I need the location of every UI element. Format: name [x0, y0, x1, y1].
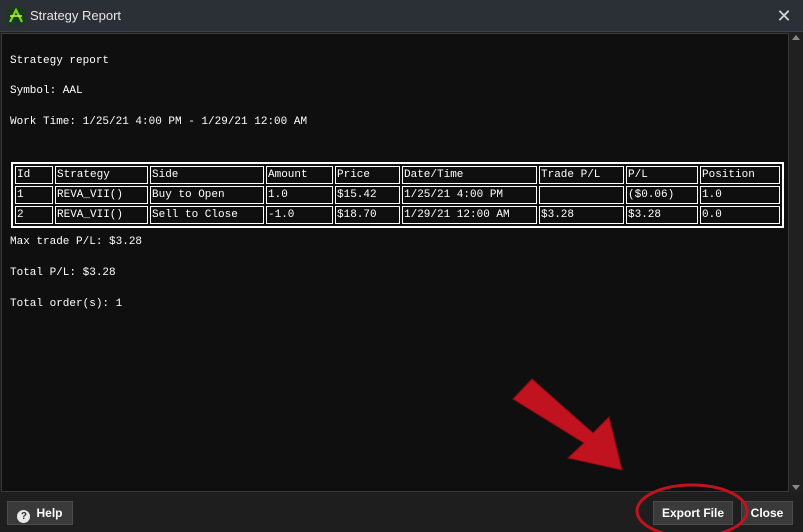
table-cell: 2 — [15, 206, 53, 224]
table-cell: 1.0 — [700, 186, 780, 204]
column-header: Side — [150, 166, 264, 184]
table-cell — [539, 186, 624, 204]
max-trade-pl-line: Max trade P/L: $3.28 — [10, 236, 143, 248]
report-heading: Strategy report — [10, 55, 110, 67]
total-pl-line: Total P/L: $3.28 — [10, 267, 116, 279]
column-header: Position — [700, 166, 780, 184]
help-button-label: Help — [36, 506, 63, 520]
table-cell: 1/29/21 12:00 AM — [402, 206, 537, 224]
scroll-down-icon[interactable] — [792, 485, 800, 490]
column-header: Trade P/L — [539, 166, 624, 184]
table-cell: $3.28 — [539, 206, 624, 224]
table-cell: 1 — [15, 186, 53, 204]
dialog-footer: ? Help Export File Close — [0, 493, 803, 532]
column-header: Date/Time — [402, 166, 537, 184]
table-row: 2 REVA_VII() Sell to Close -1.0 $18.70 1… — [15, 206, 780, 224]
table-cell: 1.0 — [266, 186, 333, 204]
table-cell: $3.28 — [626, 206, 698, 224]
report-area: Strategy report Symbol: AAL Work Time: 1… — [1, 33, 789, 492]
vertical-scrollbar[interactable] — [790, 33, 802, 492]
table-cell: Buy to Open — [150, 186, 264, 204]
app-logo-icon — [7, 7, 25, 25]
table-cell: $15.42 — [335, 186, 400, 204]
window-title: Strategy Report — [30, 8, 122, 23]
column-header: Amount — [266, 166, 333, 184]
table-cell: $18.70 — [335, 206, 400, 224]
table-cell: Sell to Close — [150, 206, 264, 224]
close-button[interactable]: Close — [741, 501, 793, 525]
column-header: Price — [335, 166, 400, 184]
close-button-label: Close — [750, 506, 784, 520]
help-icon: ? — [17, 510, 31, 523]
table-row: 1 REVA_VII() Buy to Open 1.0 $15.42 1/25… — [15, 186, 780, 204]
table-header-row: Id Strategy Side Amount Price Date/Time … — [15, 166, 780, 184]
table-cell: -1.0 — [266, 206, 333, 224]
total-orders-line: Total order(s): 1 — [10, 298, 123, 310]
column-header: P/L — [626, 166, 698, 184]
column-header: Strategy — [55, 166, 148, 184]
table-cell: ($0.06) — [626, 186, 698, 204]
work-time-line: Work Time: 1/25/21 4:00 PM - 1/29/21 12:… — [10, 116, 308, 128]
help-button[interactable]: ? Help — [7, 501, 73, 525]
export-file-button-label: Export File — [661, 506, 724, 520]
table-cell: REVA_VII() — [55, 206, 148, 224]
table-cell: 0.0 — [700, 206, 780, 224]
table-cell: REVA_VII() — [55, 186, 148, 204]
column-header: Id — [15, 166, 53, 184]
title-bar: Strategy Report ✕ — [0, 0, 803, 32]
symbol-line: Symbol: AAL — [10, 85, 83, 97]
trades-table: Id Strategy Side Amount Price Date/Time … — [11, 162, 784, 228]
close-icon[interactable]: ✕ — [773, 5, 795, 27]
export-file-button[interactable]: Export File — [653, 501, 733, 525]
scroll-up-icon[interactable] — [792, 35, 800, 40]
table-cell: 1/25/21 4:00 PM — [402, 186, 537, 204]
